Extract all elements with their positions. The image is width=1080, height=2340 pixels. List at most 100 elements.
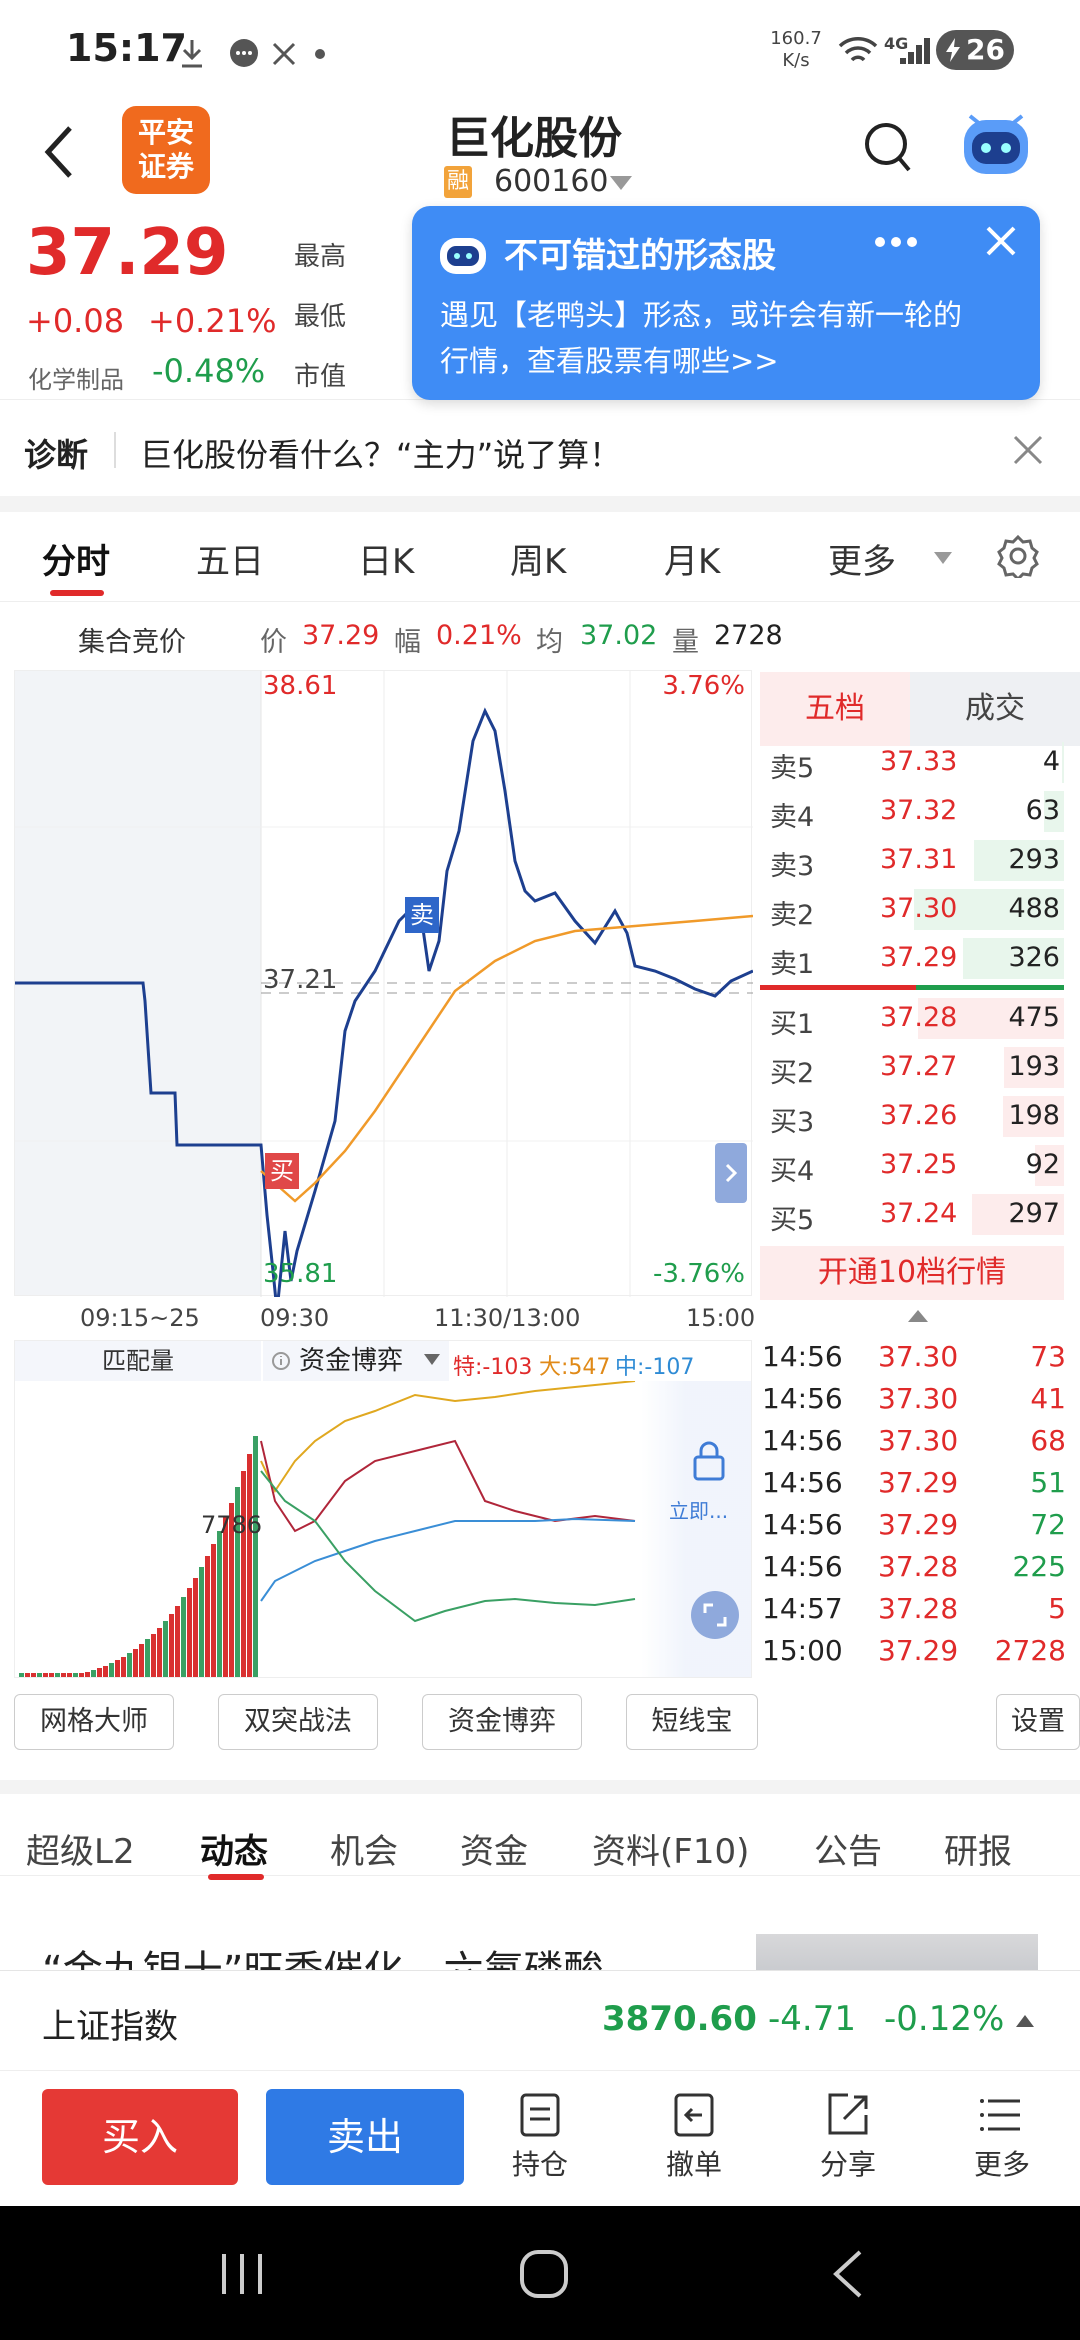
lock-icon xyxy=(693,1441,725,1481)
match-volume-bar xyxy=(97,1668,102,1677)
diagnosis-text[interactable]: 巨化股份看什么？“主力”说了算！ xyxy=(140,430,621,476)
tab-news-feed[interactable]: 动态 xyxy=(200,1824,268,1873)
battery-indicator: 26 xyxy=(936,30,1014,70)
sell-level-row[interactable]: 卖4 37.32 63 xyxy=(760,787,1080,836)
intraday-svg xyxy=(15,671,753,1297)
current-price: 37.29 xyxy=(26,216,229,290)
price-label: 价 xyxy=(260,627,287,658)
short-line-button[interactable]: 短线宝 xyxy=(626,1694,758,1750)
fund-flow-chart[interactable]: 匹配量 资金博弈 特:-103 大:547 中:-107 7786 立即... xyxy=(14,1340,752,1678)
expand-chart-button[interactable] xyxy=(715,1143,747,1203)
locked-overlay[interactable]: 立即... xyxy=(641,1381,751,1677)
buy-level-row[interactable]: 买4 37.25 92 xyxy=(760,1141,1080,1190)
sell-button[interactable]: 卖出 xyxy=(266,2089,464,2185)
tab-research[interactable]: 研报 xyxy=(944,1824,1012,1873)
double-breakout-button[interactable]: 双突战法 xyxy=(218,1694,378,1750)
buy-level-row[interactable]: 买2 37.27 193 xyxy=(760,1043,1080,1092)
tab-trades[interactable]: 成交 xyxy=(910,672,1080,746)
sell-level-row[interactable]: 卖1 37.29 326 xyxy=(760,934,1080,983)
tick-row: 14:56 37.30 41 xyxy=(760,1378,1080,1420)
expand-up-icon[interactable] xyxy=(906,1308,930,1324)
buy-level-row[interactable]: 买5 37.24 297 xyxy=(760,1190,1080,1239)
time-open: 09:30 xyxy=(260,1304,330,1332)
tick-price: 37.28 xyxy=(878,1550,959,1583)
tab-five-levels[interactable]: 五档 xyxy=(760,672,910,746)
buy-signal-tag[interactable]: 买 xyxy=(265,1153,299,1189)
match-volume-bar xyxy=(181,1597,186,1677)
match-volume-bar xyxy=(151,1634,156,1677)
wifi-icon xyxy=(838,37,878,62)
sector-name[interactable]: 化学制品 xyxy=(28,360,124,395)
grid-master-button[interactable]: 网格大师 xyxy=(14,1694,174,1750)
tab-intraday[interactable]: 分时 xyxy=(42,534,110,583)
upgrade-10-levels-button[interactable]: 开通10档行情 xyxy=(760,1246,1064,1300)
code-dropdown-icon[interactable] xyxy=(608,174,634,192)
price-change-pct: +0.21% xyxy=(148,302,277,340)
more-button[interactable]: 更多 xyxy=(962,2091,1042,2183)
back-icon[interactable] xyxy=(40,122,80,182)
net-speed-value: 160.7 xyxy=(770,28,822,49)
tab-monthly-k[interactable]: 月K xyxy=(664,534,720,583)
notification-icons xyxy=(182,39,325,68)
expand-up-icon[interactable] xyxy=(1014,2013,1036,2029)
tick-price: 37.28 xyxy=(878,1592,959,1625)
news-thumbnail xyxy=(756,1934,1038,1970)
tab-announcements[interactable]: 公告 xyxy=(814,1824,882,1873)
index-ticker[interactable]: 上证指数 3870.60 -4.71 -0.12% xyxy=(0,1970,1080,2070)
search-icon[interactable] xyxy=(862,120,914,180)
tab-opportunity[interactable]: 机会 xyxy=(330,1824,398,1873)
time-mid: 11:30/13:00 xyxy=(434,1304,581,1332)
unlock-label[interactable]: 立即... xyxy=(669,1495,728,1524)
sell-level-row[interactable]: 卖2 37.30 488 xyxy=(760,885,1080,934)
match-volume-bar xyxy=(115,1660,120,1677)
tab-5day[interactable]: 五日 xyxy=(196,534,264,583)
sell-level-row[interactable]: 卖5 37.33 4 xyxy=(760,738,1080,787)
recent-apps-icon[interactable] xyxy=(218,2250,268,2298)
buy-button[interactable]: 买入 xyxy=(42,2089,238,2185)
diagnosis-bar[interactable]: 诊断 巨化股份看什么？“主力”说了算！ xyxy=(0,404,1080,496)
settings-gear-icon[interactable] xyxy=(996,534,1040,578)
stock-name: 巨化股份 xyxy=(446,113,622,164)
cancel-order-button[interactable]: 撤单 xyxy=(654,2091,734,2183)
more-dots-icon[interactable] xyxy=(874,236,918,248)
dropdown-icon[interactable] xyxy=(423,1353,441,1367)
back-nav-icon[interactable] xyxy=(828,2248,868,2300)
intraday-chart[interactable]: 38.61 3.76% 35.81 -3.76% 37.21 卖 买 xyxy=(14,670,753,1297)
fullscreen-button[interactable] xyxy=(691,1591,739,1639)
buy-level-row[interactable]: 买1 37.28 475 xyxy=(760,994,1080,1043)
trade-ticks: 14:56 37.30 73 14:56 37.30 41 14:56 37.30 68 14:5… xyxy=(760,1336,1080,1672)
fund-game-button[interactable]: 资金博弈 xyxy=(422,1694,582,1750)
tick-time: 14:56 xyxy=(762,1508,843,1541)
share-icon xyxy=(828,2093,868,2135)
tab-daily-k[interactable]: 日K xyxy=(358,534,414,583)
time-axis: 09:15~25 09:30 11:30/13:00 15:00 xyxy=(14,1300,755,1336)
tab-more[interactable]: 更多 xyxy=(828,534,896,583)
buy-level-row[interactable]: 买3 37.26 198 xyxy=(760,1092,1080,1141)
home-icon[interactable] xyxy=(518,2248,570,2300)
tick-row: 14:56 37.29 51 xyxy=(760,1462,1080,1504)
assistant-robot-icon[interactable] xyxy=(958,106,1034,182)
tools-settings-button[interactable]: 设置 xyxy=(996,1694,1080,1750)
tab-weekly-k[interactable]: 周K xyxy=(510,534,566,583)
sell-signal-tag[interactable]: 卖 xyxy=(405,897,439,933)
tick-volume: 225 xyxy=(1012,1550,1066,1583)
tab-f10[interactable]: 资料(F10) xyxy=(592,1824,749,1873)
sell-level-row[interactable]: 卖3 37.31 293 xyxy=(760,836,1080,885)
fund-game-dropdown[interactable]: 资金博弈 xyxy=(263,1341,449,1381)
tab-super-l2[interactable]: 超级L2 xyxy=(26,1824,135,1873)
positions-button[interactable]: 持仓 xyxy=(500,2091,580,2183)
share-button[interactable]: 分享 xyxy=(808,2091,888,2183)
match-volume-bar xyxy=(49,1673,54,1677)
share-label: 分享 xyxy=(819,2148,876,2181)
match-volume-bar xyxy=(121,1657,126,1677)
pattern-stock-popup[interactable]: 不可错过的形态股 遇见【老鸭头】形态，或许会有新一轮的 行情，查看股票有哪些>> xyxy=(412,206,1040,400)
popup-close-icon[interactable] xyxy=(984,224,1018,258)
info-icon[interactable] xyxy=(271,1351,291,1371)
tick-volume: 41 xyxy=(1030,1382,1066,1415)
more-dropdown-icon[interactable] xyxy=(932,550,954,566)
tab-funds[interactable]: 资金 xyxy=(460,1824,528,1873)
stock-code[interactable]: 600160 xyxy=(494,164,609,199)
news-item[interactable]: “金九银十”旺季催化，六氟磷酸 xyxy=(0,1890,1080,1970)
diagnosis-close-icon[interactable] xyxy=(1012,434,1044,466)
match-volume-bar xyxy=(91,1670,96,1677)
